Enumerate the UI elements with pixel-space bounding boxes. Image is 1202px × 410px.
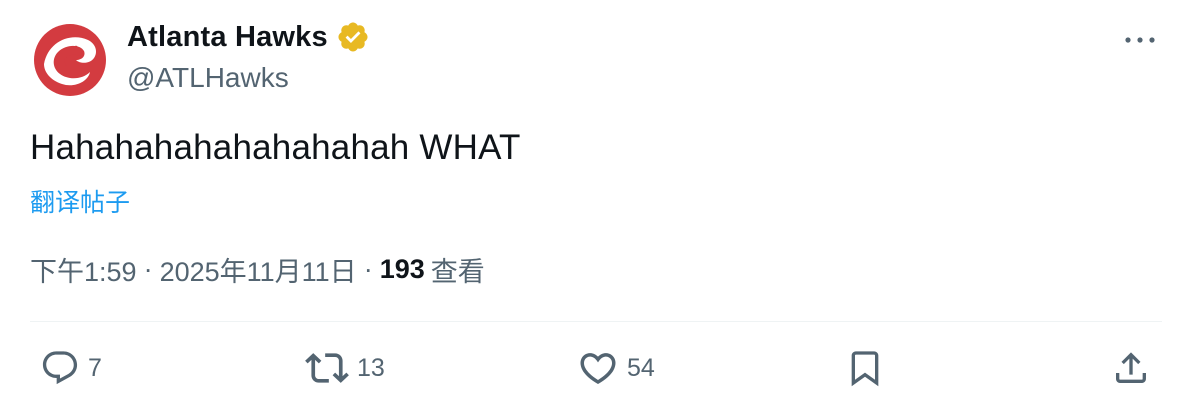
display-name[interactable]: Atlanta Hawks — [127, 21, 328, 54]
bookmark-icon — [851, 351, 879, 387]
post-time[interactable]: 下午1:59 — [30, 250, 137, 289]
tweet-card: Atlanta Hawks @ATLHawks Hahahahahahahaha… — [0, 0, 1202, 410]
share-button[interactable] — [1111, 348, 1151, 388]
verified-badge-icon[interactable] — [336, 20, 370, 54]
author-name-row: Atlanta Hawks — [127, 20, 370, 54]
author-handle[interactable]: @ATLHawks — [127, 62, 289, 94]
tweet-text: Hahahahahahahahahah WHAT — [30, 128, 521, 167]
reply-button[interactable]: 7 — [40, 348, 102, 388]
meta-separator: · — [363, 254, 373, 284]
more-options-icon[interactable] — [1122, 28, 1158, 52]
reply-icon — [42, 351, 78, 385]
bookmark-button[interactable] — [845, 348, 885, 388]
retweet-button[interactable]: 13 — [305, 348, 385, 388]
heart-icon — [580, 353, 616, 385]
like-button[interactable]: 54 — [577, 348, 655, 388]
retweet-icon — [305, 353, 349, 383]
views-label: 查看 — [430, 257, 485, 287]
share-icon — [1116, 352, 1146, 383]
meta-separator: · — [143, 254, 153, 284]
reply-count: 7 — [88, 353, 102, 382]
tweet-meta: 下午1:59 · 2025年11月11日 · 193 查看 — [30, 250, 485, 289]
views-count[interactable]: 193 — [380, 254, 425, 285]
post-date[interactable]: 2025年11月11日 — [160, 250, 357, 289]
divider — [30, 321, 1162, 322]
retweet-count: 13 — [357, 353, 385, 382]
avatar[interactable] — [30, 20, 110, 100]
like-count: 54 — [627, 353, 655, 382]
translate-post-link[interactable]: 翻译帖子 — [30, 183, 130, 219]
hawk-logo-icon — [34, 24, 106, 96]
